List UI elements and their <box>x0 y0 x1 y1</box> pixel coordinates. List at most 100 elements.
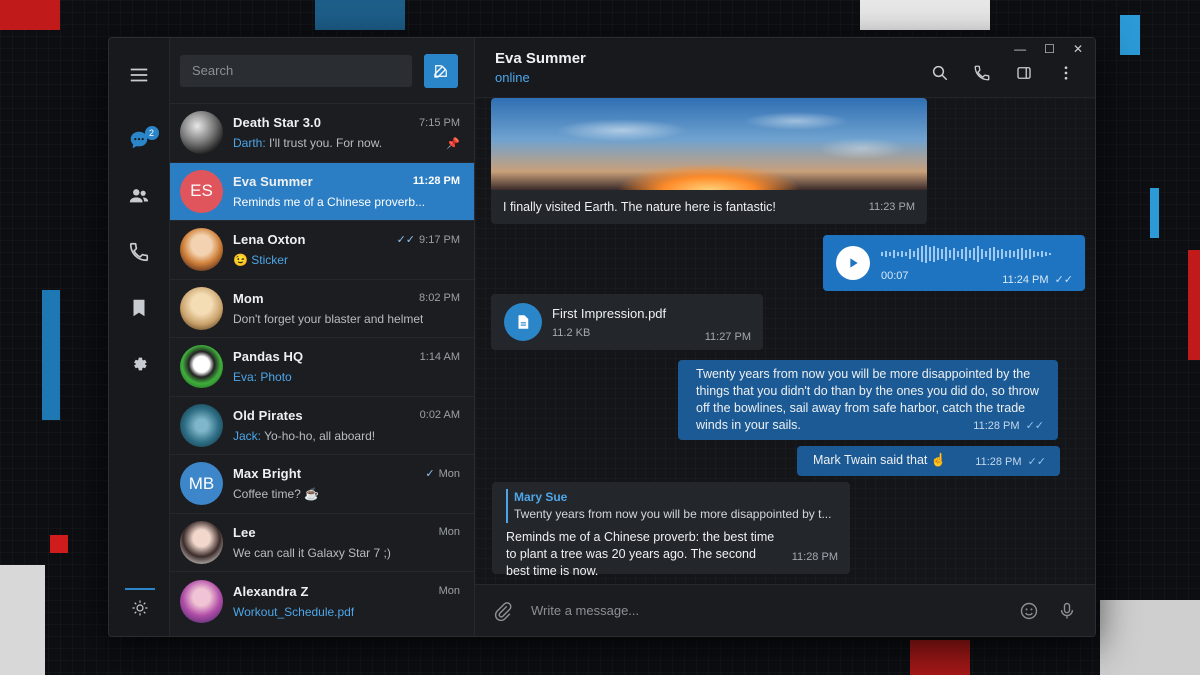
minimize-icon[interactable]: — <box>1014 42 1026 56</box>
avatar <box>180 228 223 272</box>
chat-name: Lena Oxton <box>233 232 306 248</box>
backdrop-block <box>860 0 990 30</box>
avatar-initials: ES <box>190 181 213 201</box>
file-size: 11.2 KB <box>552 327 591 339</box>
chat-time: Mon <box>438 467 460 480</box>
chat-list-item[interactable]: Old Pirates 0:02 AM Jack: Yo-ho-ho, all a… <box>170 397 474 455</box>
paperclip-icon[interactable] <box>493 601 513 621</box>
chat-preview: 😉 Sticker <box>233 253 288 268</box>
message-time: 11:23 PM <box>868 201 915 213</box>
message-time: 11:28 PM <box>791 551 838 563</box>
backdrop-block <box>1120 15 1140 55</box>
read-ticks-icon: ✓✓ <box>1025 420 1044 432</box>
message-time: 11:24 PM <box>1002 274 1049 286</box>
waveform <box>881 245 1051 263</box>
read-tick-icon: ✓ <box>425 468 435 481</box>
backdrop-block <box>1188 250 1200 360</box>
sidebar-toggle-icon[interactable] <box>1015 64 1033 82</box>
file-name: First Impression.pdf <box>552 306 667 321</box>
compose-button[interactable] <box>424 53 458 88</box>
read-ticks-icon: ✓✓ <box>1027 456 1046 468</box>
backdrop-block <box>1100 600 1200 675</box>
header-actions <box>931 64 1075 82</box>
backdrop-block <box>42 290 60 420</box>
theme-toggle[interactable] <box>109 588 170 628</box>
more-icon[interactable] <box>1057 64 1075 82</box>
backdrop-block <box>0 0 60 30</box>
chat-list-item[interactable]: ES Eva Summer 11:28 PM Reminds me of a Ch… <box>170 162 474 221</box>
reply-quote[interactable]: Mary Sue Twenty years from now you will … <box>506 489 836 523</box>
nav-contacts[interactable] <box>109 168 170 224</box>
read-ticks-icon: ✓✓ <box>396 234 416 247</box>
chat-preview: Don't forget your blaster and helmet <box>233 311 424 326</box>
chat-list-item[interactable]: MB Max Bright ✓ Mon Coffee time? ☕ <box>170 455 474 514</box>
avatar <box>180 111 223 155</box>
chat-time: Mon <box>438 526 460 539</box>
reply-snippet: Twenty years from now you will be more d… <box>514 507 832 521</box>
chat-name: Death Star 3.0 <box>233 115 322 131</box>
message-time: 11:28 PM <box>973 420 1020 432</box>
nav-calls[interactable] <box>109 224 170 280</box>
file-message[interactable]: First Impression.pdf 11.2 KB 11:27 PM <box>491 294 763 350</box>
chat-list-item[interactable]: Pandas HQ 1:14 AM Eva: Photo <box>170 338 474 397</box>
close-icon[interactable]: ✕ <box>1073 42 1083 56</box>
divider <box>125 588 155 590</box>
sun-icon <box>132 600 147 616</box>
text-message[interactable]: Mark Twain said that ☝ 11:28 PM ✓✓ <box>797 446 1060 476</box>
chat-preview: Workout_Schedule.pdf <box>233 604 355 619</box>
voice-message[interactable]: 00:07 11:24 PM ✓✓ <box>823 235 1085 291</box>
chat-sender: Darth: <box>233 136 266 151</box>
search-input[interactable] <box>180 54 412 87</box>
text-message[interactable]: Twenty years from now you will be more d… <box>678 360 1058 440</box>
search-icon[interactable] <box>931 64 949 82</box>
chat-list-item[interactable]: Death Star 3.0 7:15 PM Darth: I'll trust … <box>170 104 474 163</box>
file-icon-circle <box>504 303 542 341</box>
microphone-icon[interactable] <box>1057 601 1077 621</box>
hamburger-icon <box>130 68 148 82</box>
app-window: 2 Death Star 3.0 7:15 PM <box>108 37 1096 637</box>
maximize-icon[interactable]: ☐ <box>1044 42 1055 56</box>
message-input[interactable] <box>531 603 1001 618</box>
avatar: ES <box>180 169 223 213</box>
bookmark-icon <box>133 299 145 317</box>
avatar <box>180 403 223 447</box>
voice-duration: 00:07 <box>881 270 909 282</box>
chat-name: Mom <box>233 290 264 306</box>
gear-icon <box>134 357 147 371</box>
chat-time: 8:02 PM <box>419 292 460 305</box>
peer-name: Eva Summer <box>495 50 586 67</box>
read-ticks-icon: ✓✓ <box>1054 274 1073 286</box>
backdrop-block <box>1150 188 1159 238</box>
avatar <box>180 520 223 564</box>
phone-icon[interactable] <box>973 64 991 82</box>
chat-list-header <box>170 38 474 104</box>
nav-saved[interactable] <box>109 280 170 336</box>
chat-name: Pandas HQ <box>233 349 304 365</box>
chat-sender: Jack: <box>233 428 262 443</box>
message-text: Mark Twain said that ☝ <box>813 453 947 467</box>
chat-list-item[interactable]: Alexandra Z Mon Workout_Schedule.pdf <box>170 572 474 631</box>
chat-list-item[interactable]: Lee Mon We can call it Galaxy Star 7 ;) <box>170 514 474 572</box>
nav-chats[interactable]: 2 <box>109 112 170 168</box>
backdrop-block <box>910 640 970 675</box>
chat-list-item[interactable]: Mom 8:02 PM Don't forget your blaster and… <box>170 280 474 338</box>
menu-button[interactable] <box>109 38 170 112</box>
play-button[interactable] <box>836 246 870 280</box>
chat-time: 0:02 AM <box>419 409 460 422</box>
edit-icon <box>434 64 447 78</box>
contacts-icon <box>129 189 149 203</box>
chat-time: 11:28 PM <box>412 175 460 188</box>
peer-status: online <box>495 70 530 85</box>
backdrop-block <box>315 0 405 30</box>
emoji-icon[interactable] <box>1019 601 1039 621</box>
chat-preview: Eva: Photo <box>233 370 292 385</box>
chat-preview: We can call it Galaxy Star 7 ;) <box>233 545 391 560</box>
chat-name: Lee <box>233 524 256 540</box>
sunset-photo <box>491 98 927 190</box>
reply-message[interactable]: Mary Sue Twenty years from now you will … <box>492 482 850 578</box>
photo-message[interactable]: I finally visited Earth. The nature here… <box>491 98 927 224</box>
chat-list-item[interactable]: Lena Oxton ✓✓ 9:17 PM 😉 Sticker <box>170 221 474 280</box>
chat-preview: I'll trust you. For now. <box>269 136 383 151</box>
nav-settings[interactable] <box>109 336 170 392</box>
conversation-header: Eva Summer online <box>475 38 1095 98</box>
